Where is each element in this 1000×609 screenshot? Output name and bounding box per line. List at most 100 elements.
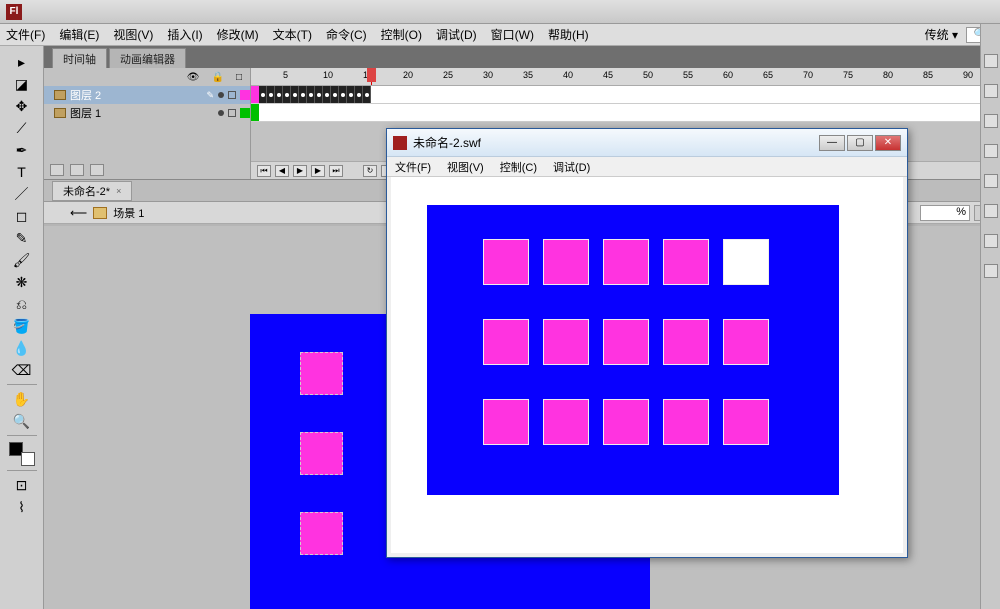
grid-cell [663,399,709,445]
swf-menu-debug[interactable]: 调试(D) [553,159,590,175]
line-tool[interactable]: ／ [11,184,33,204]
free-transform-tool[interactable]: ✥ [11,96,33,116]
step-fwd-button[interactable]: ▶ [311,165,325,177]
frames-row-layer2[interactable] [251,86,980,104]
hand-tool[interactable]: ✋ [11,389,33,409]
layer-lock-toggle[interactable] [228,109,236,117]
option-smooth[interactable]: ⌇ [11,497,33,517]
swf-menu-control[interactable]: 控制(C) [500,159,537,175]
menu-text[interactable]: 文本(T) [273,26,312,43]
layer-visibility-dot[interactable] [218,110,224,116]
swf-titlebar[interactable]: 未命名-2.swf — ▢ ✕ [387,129,907,157]
rectangle-tool[interactable]: ◻ [11,206,33,226]
magenta-square[interactable] [300,512,343,555]
eyedropper-tool[interactable]: 💧 [11,338,33,358]
align-panel-icon[interactable] [984,174,998,188]
workspace-layout-dropdown[interactable]: 传统 ▾ [925,26,958,43]
play-button[interactable]: ▶ [293,165,307,177]
frame-ruler[interactable]: 5 10 15 20 25 30 35 40 45 50 55 60 65 70… [251,68,980,86]
timeline-panel-tabs: 时间轴 动画编辑器 [0,46,1000,68]
delete-layer-button[interactable] [90,164,104,176]
zoom-value-input[interactable]: % [920,205,970,221]
document-tab[interactable]: 未命名-2* × [52,181,132,201]
layer-lock-toggle[interactable] [228,91,236,99]
frame-1-keyframe[interactable] [251,86,259,103]
layer-outline-swatch[interactable] [240,108,250,118]
active-frame-span[interactable] [259,86,371,103]
main-menu-bar: 文件(F) 编辑(E) 视图(V) 插入(I) 修改(M) 文本(T) 命令(C… [0,24,1000,46]
swf-menu-file[interactable]: 文件(F) [395,159,431,175]
layer-outline-swatch[interactable] [240,90,250,100]
bone-tool[interactable]: ⎌ [11,294,33,314]
properties-panel-icon[interactable] [984,54,998,68]
menu-edit[interactable]: 编辑(E) [59,26,99,43]
transform-panel-icon[interactable] [984,234,998,248]
selection-tool[interactable]: ▸ [11,52,33,72]
layers-footer [44,161,250,179]
menu-command[interactable]: 命令(C) [326,26,367,43]
menu-debug[interactable]: 调试(D) [436,26,477,43]
layers-header: 👁 🔒 □ [44,68,250,86]
color-panel-icon[interactable] [984,114,998,128]
magenta-square[interactable] [300,432,343,475]
ruler-tick: 70 [803,70,813,80]
eye-column-icon[interactable]: 👁 [187,72,200,83]
zoom-tool[interactable]: 🔍 [11,411,33,431]
go-end-button[interactable]: ⏭ [329,165,343,177]
menu-insert[interactable]: 插入(I) [167,26,202,43]
magenta-square[interactable] [300,352,343,395]
frame-1-keyframe[interactable] [251,104,259,121]
layer-name: 图层 1 [70,105,101,121]
menu-control[interactable]: 控制(O) [381,26,422,43]
loop-button[interactable]: ↻ [363,165,377,177]
step-back-button[interactable]: ◀ [275,165,289,177]
option-snap[interactable]: ⊡ [11,475,33,495]
deco-tool[interactable]: ❋ [11,272,33,292]
layer-row-2[interactable]: 图层 2 ✎ [44,86,250,104]
close-window-button[interactable]: ✕ [875,135,901,151]
pen-tool[interactable]: ✒ [11,140,33,160]
fill-swatch[interactable] [21,452,35,466]
scene-name[interactable]: 场景 1 [113,205,144,221]
components-panel-icon[interactable] [984,264,998,278]
brush-tool[interactable]: 🖌 [11,250,33,270]
paint-bucket-tool[interactable]: 🪣 [11,316,33,336]
new-layer-button[interactable] [50,164,64,176]
menu-help[interactable]: 帮助(H) [548,26,589,43]
tab-motion-editor[interactable]: 动画编辑器 [109,48,186,68]
lock-column-icon[interactable]: 🔒 [212,72,224,83]
library-panel-icon[interactable] [984,84,998,98]
swf-blue-background [427,205,839,495]
playhead[interactable] [367,68,376,82]
info-panel-icon[interactable] [984,204,998,218]
menu-view[interactable]: 视图(V) [113,26,153,43]
subselection-tool[interactable]: ◪ [11,74,33,94]
swf-preview-window[interactable]: 未命名-2.swf — ▢ ✕ 文件(F) 视图(V) 控制(C) 调试(D) [386,128,908,558]
pencil-tool[interactable]: ✎ [11,228,33,248]
menu-window[interactable]: 窗口(W) [491,26,534,43]
swf-menu-view[interactable]: 视图(V) [447,159,484,175]
new-folder-button[interactable] [70,164,84,176]
lasso-tool[interactable]: ⟋ [11,118,33,138]
layer-row-1[interactable]: 图层 1 [44,104,250,122]
ruler-tick: 85 [923,70,933,80]
rewind-button[interactable]: ⏮ [257,165,271,177]
maximize-button[interactable]: ▢ [847,135,873,151]
close-tab-icon[interactable]: × [116,186,121,196]
swf-menu-bar: 文件(F) 视图(V) 控制(C) 调试(D) [387,157,907,177]
text-tool[interactable]: T [11,162,33,182]
swatches-panel-icon[interactable] [984,144,998,158]
menu-modify[interactable]: 修改(M) [217,26,259,43]
eraser-tool[interactable]: ⌫ [11,360,33,380]
tab-timeline[interactable]: 时间轴 [52,48,107,68]
tools-panel: ▸ ◪ ✥ ⟋ ✒ T ／ ◻ ✎ 🖌 ❋ ⎌ 🪣 💧 ⌫ ✋ 🔍 ⊡ ⌇ [0,46,44,609]
stroke-fill-swatches[interactable] [7,442,37,466]
grid-cell [603,239,649,285]
menu-file[interactable]: 文件(F) [6,26,45,43]
outline-column-icon[interactable]: □ [236,72,242,83]
frames-row-layer1[interactable] [251,104,980,122]
ruler-tick: 65 [763,70,773,80]
minimize-button[interactable]: — [819,135,845,151]
back-button[interactable]: ⟵ [70,206,87,220]
layer-visibility-dot[interactable] [218,92,224,98]
